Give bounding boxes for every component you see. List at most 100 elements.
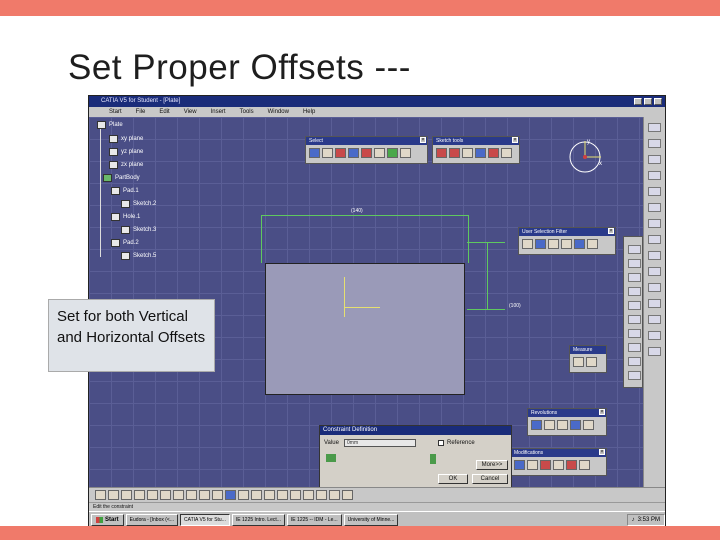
fit-all-icon[interactable] [238,490,249,500]
project-icon[interactable] [579,460,590,470]
break-icon[interactable] [527,460,538,470]
open-icon[interactable] [108,490,119,500]
snap-icon[interactable] [449,148,460,158]
menu-help[interactable]: Help [303,107,315,117]
gear-icon[interactable] [322,148,333,158]
geometric-constraint-icon[interactable] [475,148,486,158]
task-ie-idm[interactable]: IE 1225 -- IDM - Le... [286,514,342,526]
menu-edit[interactable]: Edit [159,107,169,117]
horizontal-dimension-label[interactable]: (140) [351,208,363,214]
pan-icon[interactable] [251,490,262,500]
task-catia[interactable]: CATIA V5 for Stu... [180,514,230,526]
slot-tool-icon[interactable] [648,219,661,228]
task-eudora[interactable]: Eudora - [Inbox (<... [125,514,179,526]
groove-tool-icon[interactable] [648,171,661,180]
line-icon[interactable] [628,301,641,310]
speaker-icon[interactable]: ♪ [632,515,635,525]
tree-item-yz-plane[interactable]: yz plane [109,148,143,156]
print-icon[interactable] [134,490,145,500]
close-icon[interactable]: × [608,228,614,234]
menu-file[interactable]: File [136,107,146,117]
vertical-dimension-label[interactable]: (100) [509,303,521,309]
measure-item-icon[interactable] [586,357,597,367]
corner-icon[interactable] [540,460,551,470]
tree-item-pad-1[interactable]: Pad.1 [111,187,139,195]
stiffener-tool-icon[interactable] [648,235,661,244]
draft-tool-icon[interactable] [648,299,661,308]
circle-icon[interactable] [628,245,641,254]
normal-view-icon[interactable] [303,490,314,500]
grid-icon[interactable] [436,148,447,158]
construction-icon[interactable] [462,148,473,158]
cancel-button[interactable]: Cancel [472,474,508,484]
compass-icon[interactable]: y x [565,137,605,177]
view-icon[interactable] [348,148,359,158]
reference-checkbox[interactable] [438,440,444,446]
sketch-rectangle[interactable] [265,263,465,395]
tree-item-zx-plane[interactable]: zx plane [109,161,143,169]
maximize-button[interactable] [644,98,652,105]
tree-item-sketch-5[interactable]: Sketch.5 [121,252,156,260]
pocket-tool-icon[interactable] [648,139,661,148]
scale-icon[interactable] [583,420,594,430]
shell-tool-icon[interactable] [648,315,661,324]
loft-tool-icon[interactable] [648,251,661,260]
close-icon[interactable]: × [599,449,605,455]
filter-icon[interactable] [548,239,559,249]
close-icon[interactable]: × [512,137,518,143]
horizontal-dimension-line[interactable] [261,215,469,216]
tool-icon[interactable] [387,148,398,158]
menu-tools[interactable]: Tools [240,107,254,117]
menu-insert[interactable]: Insert [211,107,226,117]
fillet-tool-icon[interactable] [648,267,661,276]
value-input[interactable]: 0mm [344,439,416,447]
tree-item-xy-plane[interactable]: xy plane [109,135,143,143]
zoom-in-icon[interactable] [277,490,288,500]
zoom-out-icon[interactable] [290,490,301,500]
dimensional-constraint-icon[interactable] [488,148,499,158]
filter-icon[interactable] [561,239,572,249]
pan-icon[interactable] [400,148,411,158]
pattern-tool-icon[interactable] [648,347,661,356]
rotate-icon[interactable] [531,420,542,430]
close-icon[interactable]: × [420,137,426,143]
sketch-icon[interactable] [335,148,346,158]
redo-icon[interactable] [199,490,210,500]
point-icon[interactable] [628,329,641,338]
more-button[interactable]: More>> [476,460,508,470]
help-icon[interactable] [212,490,223,500]
tree-item-sketch-2[interactable]: Sketch.2 [121,200,156,208]
menu-view[interactable]: View [184,107,197,117]
filter-icon[interactable] [535,239,546,249]
vertical-dimension-line[interactable] [487,242,488,309]
tree-item-pad-2[interactable]: Pad.2 [111,239,139,247]
task-umn[interactable]: University of Minne... [343,514,399,526]
rectangle-icon[interactable] [628,357,641,366]
hole-tool-icon[interactable] [648,187,661,196]
profile-icon[interactable] [628,343,641,352]
symmetry-icon[interactable] [557,420,568,430]
save-icon[interactable] [121,490,132,500]
sketch-options-icon[interactable] [501,148,512,158]
mirror-tool-icon[interactable] [648,331,661,340]
close-icon[interactable]: × [599,409,605,415]
shaft-tool-icon[interactable] [648,155,661,164]
tree-item-sketch-3[interactable]: Sketch.3 [121,226,156,234]
fly-icon[interactable] [225,490,236,500]
mirror-icon[interactable] [544,420,555,430]
axis-icon[interactable] [628,315,641,324]
chamfer-tool-icon[interactable] [648,283,661,292]
undo-icon[interactable] [186,490,197,500]
copy-icon[interactable] [160,490,171,500]
tree-item-plate[interactable]: Plate [97,121,123,129]
start-button[interactable]: Start [91,514,124,526]
iso-view-icon[interactable] [316,490,327,500]
ellipse-icon[interactable] [628,287,641,296]
polygon-icon[interactable] [628,371,641,380]
spline-icon[interactable] [628,273,641,282]
arc-icon[interactable] [628,259,641,268]
paste-icon[interactable] [173,490,184,500]
rotate-view-icon[interactable] [264,490,275,500]
cut-icon[interactable] [147,490,158,500]
filter-icon[interactable] [522,239,533,249]
